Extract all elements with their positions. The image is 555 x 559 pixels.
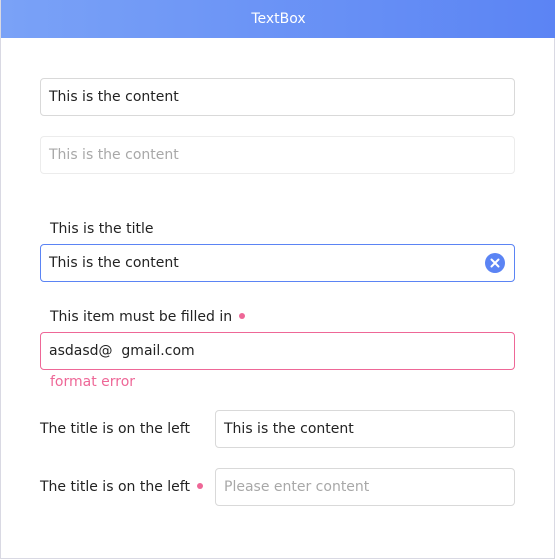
- textbox-titled-value: This is the content: [49, 255, 179, 271]
- textbox-disabled-value: This is the content: [49, 147, 179, 163]
- textbox-left-title[interactable]: This is the content: [215, 410, 515, 448]
- textbox-window: TextBox This is the content This is the …: [0, 0, 555, 559]
- textbox-required-title: This item must be filled in: [50, 309, 246, 325]
- textbox-left-required[interactable]: Please enter content: [215, 468, 515, 506]
- textbox-disabled: This is the content: [40, 136, 515, 174]
- window-titlebar: TextBox: [1, 0, 555, 38]
- required-dot-icon: [239, 313, 246, 319]
- required-dot-icon: [196, 483, 203, 489]
- textbox-titled-title: This is the title: [50, 221, 154, 237]
- textbox-basic-value: This is the content: [49, 89, 179, 105]
- textbox-left-required-label-text: The title is on the left: [40, 479, 190, 495]
- textbox-required-value: asdasd@ gmail.com: [49, 343, 195, 359]
- textbox-required-title-text: This item must be filled in: [50, 309, 233, 325]
- clear-icon[interactable]: [485, 253, 505, 273]
- textbox-left-required-placeholder: Please enter content: [224, 479, 370, 495]
- textbox-basic[interactable]: This is the content: [40, 78, 515, 116]
- textbox-required-error: format error: [50, 374, 136, 390]
- textbox-required[interactable]: asdasd@ gmail.com: [40, 332, 515, 370]
- textbox-left-required-label: The title is on the left: [40, 479, 203, 495]
- textbox-titled[interactable]: This is the content: [40, 244, 515, 282]
- textbox-left-title-label: The title is on the left: [40, 421, 190, 437]
- textbox-left-title-value: This is the content: [224, 421, 354, 437]
